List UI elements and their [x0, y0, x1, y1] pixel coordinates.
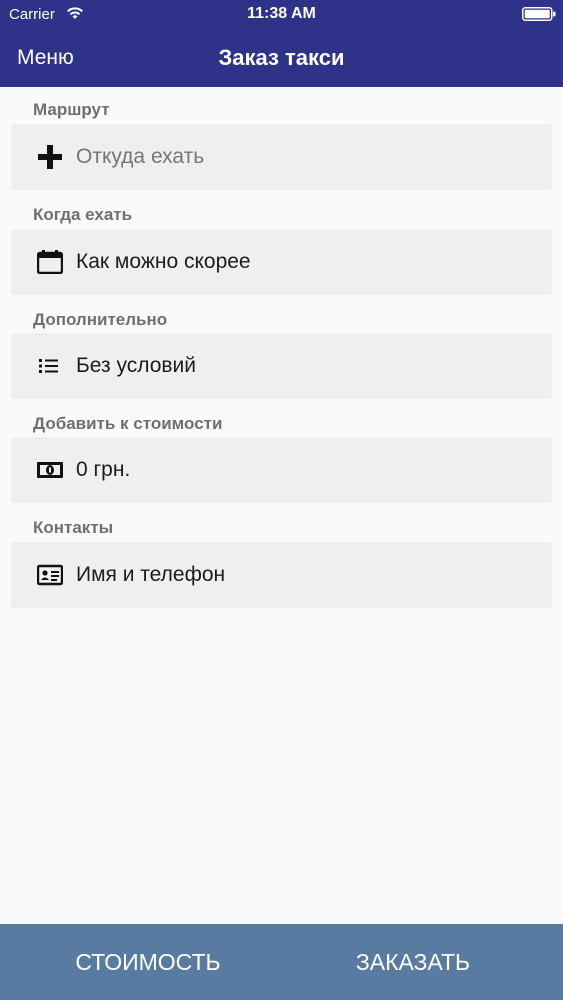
- calendar-icon: [37, 250, 63, 274]
- bottom-action-bar: СТОИМОСТЬ ЗАКАЗАТЬ: [0, 924, 563, 1000]
- cost-button[interactable]: СТОИМОСТЬ: [38, 924, 258, 1000]
- order-button[interactable]: ЗАКАЗАТЬ: [303, 924, 523, 1000]
- money-icon: [37, 462, 63, 478]
- plus-icon: [38, 145, 62, 169]
- contact-card-icon: [37, 564, 63, 586]
- additional-field-text: Без условий: [76, 354, 197, 377]
- contacts-field[interactable]: Имя и телефон: [11, 542, 552, 608]
- when-field[interactable]: Как можно скорее: [11, 229, 552, 295]
- add-cost-field[interactable]: 0 грн.: [11, 437, 552, 503]
- taxi-order-screen: Carrier 11:38 AM Меню Заказ такси Маршру…: [0, 0, 563, 1000]
- section-label-add-cost: Добавить к стоимости: [33, 414, 223, 433]
- additional-field[interactable]: Без условий: [11, 333, 552, 399]
- contacts-field-text: Имя и телефон: [76, 563, 226, 586]
- route-field[interactable]: Откуда ехать: [11, 124, 552, 190]
- status-time: 11:38 AM: [247, 5, 316, 22]
- section-label-additional: Дополнительно: [33, 310, 168, 329]
- status-bar: Carrier 11:38 AM: [0, 0, 563, 30]
- top-bar: Carrier 11:38 AM Меню Заказ такси: [0, 0, 563, 87]
- section-label-when: Когда ехать: [33, 205, 133, 224]
- section-label-contacts: Контакты: [33, 518, 114, 537]
- add-cost-field-text: 0 грн.: [76, 458, 131, 481]
- navigation-bar: Меню Заказ такси: [0, 38, 563, 78]
- route-field-text: Откуда ехать: [76, 145, 205, 168]
- list-icon: [39, 359, 58, 373]
- when-field-text: Как можно скорее: [76, 250, 251, 273]
- section-label-route: Маршрут: [33, 100, 110, 119]
- page-title: Заказ такси: [218, 45, 345, 70]
- battery-icon: [522, 7, 556, 21]
